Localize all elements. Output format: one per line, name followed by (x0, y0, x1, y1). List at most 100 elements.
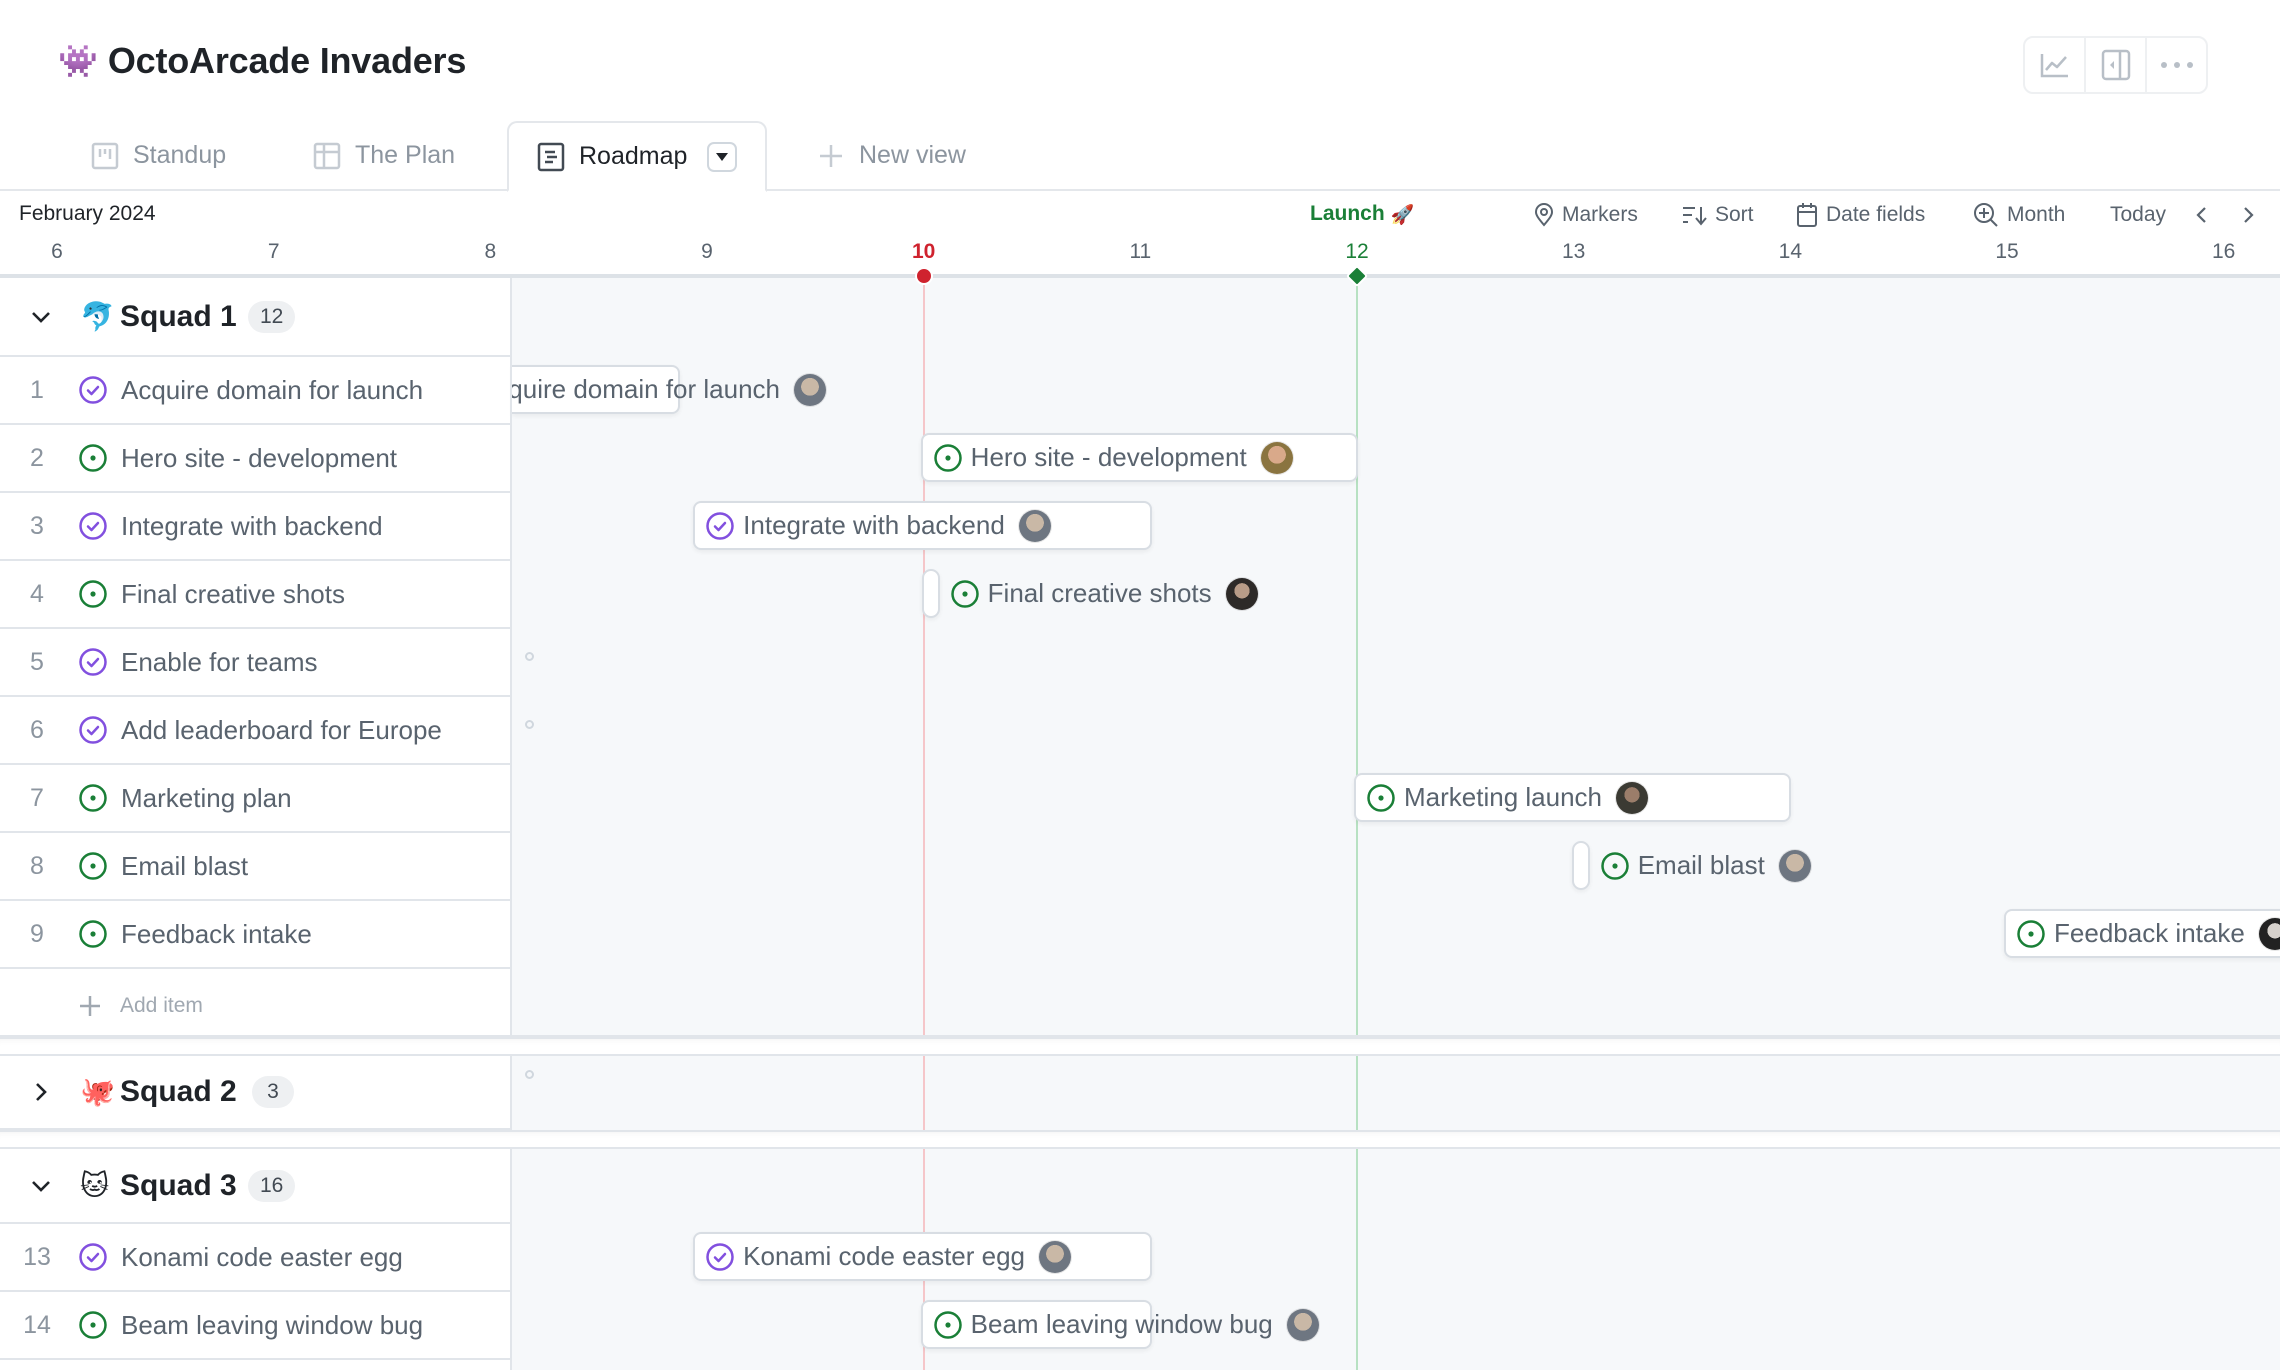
timeline-bar-label[interactable]: Beam leaving window bug (933, 1300, 1319, 1349)
open-issue-icon (950, 579, 980, 609)
item-title[interactable]: Feedback intake (121, 919, 312, 950)
group-header[interactable]: 🐙 Squad 2 3 (0, 1056, 512, 1130)
group-name: Squad 1 (120, 299, 237, 333)
assignee-avatar[interactable] (1616, 781, 1649, 814)
closed-issue-icon (78, 375, 108, 405)
tab-standup[interactable]: Standup (91, 121, 226, 190)
bar-title: Beam leaving window bug (970, 1309, 1273, 1339)
list-item[interactable]: 1 Acquire domain for launch (0, 357, 512, 425)
view-actions-group (2023, 36, 2208, 94)
tab-label: Standup (133, 141, 227, 169)
chevron-right-icon[interactable] (28, 1079, 54, 1105)
offscreen-item-indicator[interactable] (525, 1070, 534, 1079)
list-item[interactable]: 5 Enable for teams (0, 629, 512, 697)
item-title[interactable]: Hero site - development (121, 443, 397, 474)
more-options-button[interactable] (2147, 38, 2206, 92)
assignee-avatar[interactable] (1225, 577, 1258, 610)
add-item-button[interactable]: Add item (0, 974, 512, 1037)
row-number: 3 (30, 511, 44, 540)
assignee-avatar[interactable] (1039, 1240, 1072, 1273)
insights-button[interactable] (2025, 38, 2086, 92)
group-header[interactable]: 🐬 Squad 1 12 (0, 278, 512, 357)
day-label: 11 (1129, 240, 1152, 263)
project-title-text: OctoArcade Invaders (107, 40, 467, 81)
item-title[interactable]: Final creative shots (121, 579, 345, 610)
assignee-avatar[interactable] (1286, 1308, 1319, 1341)
next-period-button[interactable] (2240, 200, 2256, 230)
chevron-down-icon[interactable] (28, 304, 54, 330)
tab-roadmap[interactable]: Roadmap (507, 121, 768, 192)
sidebar-divider (510, 1149, 512, 1370)
item-title[interactable]: Email blast (121, 851, 248, 882)
list-item[interactable]: 4 Final creative shots (0, 561, 512, 629)
item-title[interactable]: Marketing plan (121, 783, 292, 814)
timeline-bar-label[interactable]: Hero site - development (933, 433, 1293, 482)
timeline-bar-label[interactable]: Marketing launch (1366, 773, 1649, 822)
sidebar-divider (510, 1056, 512, 1130)
previous-period-button[interactable] (2194, 200, 2210, 230)
bar-title: Acquire domain for launch (512, 374, 780, 404)
list-item[interactable]: 7 Marketing plan (0, 765, 512, 833)
roadmap-icon (537, 142, 565, 171)
timeline-bar-handle[interactable] (1571, 841, 1590, 890)
list-item[interactable]: 8 Email blast (0, 833, 512, 901)
timeline-bar-label[interactable]: Final creative shots (950, 569, 1258, 618)
open-issue-icon (1366, 783, 1396, 813)
group-emoji-icon: 🐙 (80, 1075, 115, 1108)
new-view-button[interactable]: New view (817, 121, 966, 190)
item-title[interactable]: Add leaderboard for Europe (121, 715, 442, 746)
offscreen-item-indicator[interactable] (525, 720, 534, 729)
tab-the-plan[interactable]: The Plan (313, 121, 455, 190)
item-title[interactable]: Enable for teams (121, 647, 318, 678)
sort-button[interactable]: Sort (1681, 200, 1754, 230)
timeline-bar-label[interactable]: Email blast (1600, 841, 1811, 890)
row-number: 4 (30, 579, 44, 608)
assignee-avatar[interactable] (1018, 509, 1051, 542)
tab-label: Roadmap (579, 142, 688, 170)
tab-options-dropdown[interactable] (707, 141, 738, 172)
toggle-panel-button[interactable] (2086, 38, 2147, 92)
markers-button[interactable]: Markers (1534, 200, 1638, 230)
today-button[interactable]: Today (2110, 200, 2166, 230)
day-label: 7 (267, 240, 280, 263)
list-item[interactable]: 14 Beam leaving window bug (0, 1292, 512, 1360)
group-header[interactable]: 🐱 Squad 3 16 (0, 1149, 512, 1224)
item-title[interactable]: Beam leaving window bug (121, 1310, 423, 1341)
item-title[interactable]: Konami code easter egg (121, 1242, 403, 1273)
zoom-in-icon (1974, 203, 1998, 227)
chevron-down-icon[interactable] (28, 1173, 54, 1199)
timeline-bar-label[interactable]: Integrate with backend (705, 501, 1051, 550)
space-invader-icon: 👾 (58, 42, 98, 80)
list-item[interactable]: 3 Integrate with backend (0, 493, 512, 561)
bar-title: Hero site - development (970, 442, 1247, 472)
chevron-left-icon (2196, 207, 2206, 223)
closed-issue-icon (705, 511, 735, 541)
list-item[interactable]: 9 Feedback intake (0, 901, 512, 969)
open-issue-icon (78, 919, 108, 949)
timeline-bar-label[interactable]: Konami code easter egg (705, 1232, 1072, 1281)
date-fields-label: Date fields (1826, 203, 1926, 226)
zoom-level-button[interactable]: Month (1973, 200, 2065, 230)
date-fields-button[interactable]: Date fields (1796, 200, 1925, 230)
list-item[interactable]: 2 Hero site - development (0, 425, 512, 493)
day-label: 10 (911, 240, 936, 263)
list-item[interactable]: 13 Konami code easter egg (0, 1224, 512, 1292)
group-emoji-icon: 🐱 (80, 1168, 110, 1202)
timeline-bar-handle[interactable] (921, 569, 940, 618)
open-issue-icon (933, 1310, 963, 1340)
assignee-avatar[interactable] (1778, 849, 1811, 882)
timeline-bar-label[interactable]: Acquire domain for launch (512, 365, 826, 414)
offscreen-item-indicator[interactable] (525, 652, 534, 661)
timeline-bar-label[interactable]: Feedback intake (2016, 909, 2280, 958)
item-title[interactable]: Acquire domain for launch (121, 375, 423, 406)
assignee-avatar[interactable] (2258, 917, 2280, 950)
open-issue-icon (1600, 851, 1630, 881)
bar-title: Email blast (1637, 850, 1765, 880)
assignee-avatar[interactable] (794, 373, 826, 406)
assignee-avatar[interactable] (1260, 441, 1293, 474)
tab-label: New view (859, 141, 966, 169)
caret-down-icon (716, 152, 729, 161)
row-number: 6 (30, 715, 44, 744)
item-title[interactable]: Integrate with backend (121, 511, 383, 542)
list-item[interactable]: 6 Add leaderboard for Europe (0, 697, 512, 765)
